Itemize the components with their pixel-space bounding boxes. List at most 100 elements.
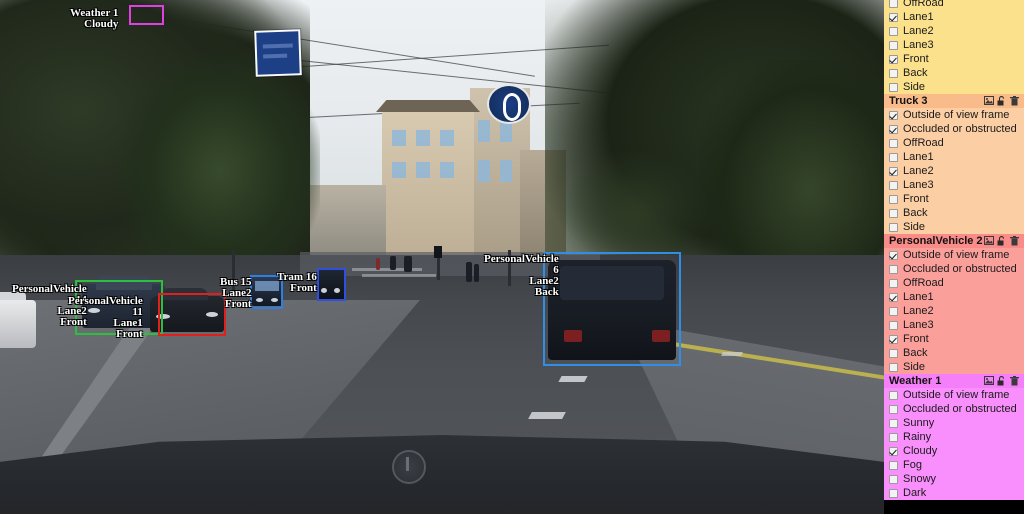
attribute-row[interactable]: Fog bbox=[884, 458, 1024, 472]
attribute-label: OffRoad bbox=[903, 0, 944, 9]
attribute-row[interactable]: Lane1 bbox=[884, 150, 1024, 164]
attribute-row[interactable]: Rainy bbox=[884, 430, 1024, 444]
attribute-row[interactable]: Front bbox=[884, 332, 1024, 346]
checkbox-occluded-or-obstructed[interactable] bbox=[889, 124, 898, 134]
checkbox-front[interactable] bbox=[889, 54, 898, 64]
bbox-label-line: Front bbox=[290, 282, 317, 294]
checkbox-back[interactable] bbox=[889, 208, 898, 218]
checkbox-lane3[interactable] bbox=[889, 320, 898, 330]
section-lane-attributes-partial: OffRoad Lane1 Lane2 Lane3 Front Back Side bbox=[884, 0, 1024, 94]
checkbox-front[interactable] bbox=[889, 334, 898, 344]
section-header-personalvehicle-2[interactable]: PersonalVehicle 2 bbox=[884, 234, 1024, 248]
trash-icon[interactable] bbox=[1010, 376, 1020, 386]
checkbox-back[interactable] bbox=[889, 68, 898, 78]
attribute-row[interactable]: Occluded or obstructed bbox=[884, 122, 1024, 136]
checkbox-lane1[interactable] bbox=[889, 152, 898, 162]
attribute-row[interactable]: Back bbox=[884, 66, 1024, 80]
checkbox-back[interactable] bbox=[889, 348, 898, 358]
attribute-row[interactable]: Dark bbox=[884, 486, 1024, 500]
checkbox-offroad[interactable] bbox=[889, 138, 898, 148]
attribute-row[interactable]: Sunny bbox=[884, 416, 1024, 430]
lane-dash bbox=[721, 352, 743, 356]
window bbox=[416, 130, 430, 146]
attribute-row[interactable]: Occluded or obstructed bbox=[884, 262, 1024, 276]
attributes-sidebar[interactable]: OffRoad Lane1 Lane2 Lane3 Front Back Side Truck… bbox=[884, 0, 1024, 510]
checkbox-side[interactable] bbox=[889, 362, 898, 372]
attribute-row[interactable]: Occluded or obstructed bbox=[884, 402, 1024, 416]
attribute-row[interactable]: Lane3 bbox=[884, 38, 1024, 52]
trash-icon[interactable] bbox=[1010, 96, 1020, 106]
roofline bbox=[376, 100, 480, 112]
section-icon-group bbox=[984, 236, 1020, 246]
checkbox-cloudy[interactable] bbox=[889, 446, 898, 456]
attribute-row[interactable]: Lane2 bbox=[884, 304, 1024, 318]
checkbox-front[interactable] bbox=[889, 194, 898, 204]
attribute-row[interactable]: Lane1 bbox=[884, 10, 1024, 24]
checkbox-lane3[interactable] bbox=[889, 40, 898, 50]
checkbox-sunny[interactable] bbox=[889, 418, 898, 428]
unlock-icon[interactable] bbox=[997, 376, 1007, 386]
attribute-row[interactable]: Side bbox=[884, 360, 1024, 374]
attribute-row[interactable]: Lane2 bbox=[884, 24, 1024, 38]
image-icon[interactable] bbox=[984, 376, 994, 386]
checkbox-lane1[interactable] bbox=[889, 292, 898, 302]
attribute-row[interactable]: Cloudy bbox=[884, 444, 1024, 458]
attribute-row[interactable]: Lane2 bbox=[884, 164, 1024, 178]
attribute-row[interactable]: OffRoad bbox=[884, 276, 1024, 290]
section-header-weather-1[interactable]: Weather 1 bbox=[884, 374, 1024, 388]
attribute-label: Outside of view frame bbox=[903, 389, 1010, 401]
attribute-row[interactable]: Front bbox=[884, 52, 1024, 66]
checkbox-lane1[interactable] bbox=[889, 12, 898, 22]
image-icon[interactable] bbox=[984, 236, 994, 246]
checkbox-fog[interactable] bbox=[889, 460, 898, 470]
attribute-row[interactable]: Back bbox=[884, 206, 1024, 220]
checkbox-rainy[interactable] bbox=[889, 432, 898, 442]
section-header-truck-3[interactable]: Truck 3 bbox=[884, 94, 1024, 108]
image-icon[interactable] bbox=[984, 96, 994, 106]
attribute-label: Side bbox=[903, 221, 926, 233]
bbox-label-line: Back bbox=[534, 286, 559, 298]
trash-icon[interactable] bbox=[1010, 236, 1020, 246]
attribute-row[interactable]: Outside of view frame bbox=[884, 388, 1024, 402]
bbox-tram-16[interactable] bbox=[317, 268, 346, 301]
checkbox-offroad[interactable] bbox=[889, 0, 898, 8]
attribute-row[interactable]: Front bbox=[884, 192, 1024, 206]
checkbox-outside-of-view-frame[interactable] bbox=[889, 250, 898, 260]
attribute-row[interactable]: Back bbox=[884, 346, 1024, 360]
checkbox-lane3[interactable] bbox=[889, 180, 898, 190]
window bbox=[392, 130, 406, 146]
checkbox-offroad[interactable] bbox=[889, 278, 898, 288]
checkbox-side[interactable] bbox=[889, 222, 898, 232]
checkbox-dark[interactable] bbox=[889, 488, 898, 498]
checkbox-lane2[interactable] bbox=[889, 26, 898, 36]
attribute-row[interactable]: Outside of view frame bbox=[884, 248, 1024, 262]
attribute-row[interactable]: Lane3 bbox=[884, 178, 1024, 192]
checkbox-snowy[interactable] bbox=[889, 474, 898, 484]
checkbox-lane2[interactable] bbox=[889, 166, 898, 176]
checkbox-outside-of-view-frame[interactable] bbox=[889, 110, 898, 120]
attribute-label: Fog bbox=[903, 459, 922, 471]
bbox-personalvehicle-11[interactable] bbox=[158, 293, 226, 336]
attribute-row[interactable]: Lane1 bbox=[884, 290, 1024, 304]
section-icon-group bbox=[984, 96, 1020, 106]
attribute-row[interactable]: Side bbox=[884, 220, 1024, 234]
attribute-row[interactable]: Snowy bbox=[884, 472, 1024, 486]
attribute-label: OffRoad bbox=[903, 137, 944, 149]
attribute-row[interactable]: Lane3 bbox=[884, 318, 1024, 332]
checkbox-side[interactable] bbox=[889, 82, 898, 92]
scene-image[interactable]: Weather 1 Cloudy PersonalVehicle 14 Lane2 Fro… bbox=[0, 0, 884, 514]
attribute-label: Occluded or obstructed bbox=[903, 403, 1017, 415]
unlock-icon[interactable] bbox=[997, 96, 1007, 106]
checkbox-occluded-or-obstructed[interactable] bbox=[889, 264, 898, 274]
attribute-row[interactable]: Outside of view frame bbox=[884, 108, 1024, 122]
attribute-row[interactable]: OffRoad bbox=[884, 136, 1024, 150]
checkbox-occluded-or-obstructed[interactable] bbox=[889, 404, 898, 414]
checkbox-lane2[interactable] bbox=[889, 306, 898, 316]
attribute-row[interactable]: OffRoad bbox=[884, 0, 1024, 10]
section-truck-3: Truck 3 Outside of view frame Occluded or … bbox=[884, 94, 1024, 234]
attribute-row[interactable]: Side bbox=[884, 80, 1024, 94]
checkbox-outside-of-view-frame[interactable] bbox=[889, 390, 898, 400]
unlock-icon[interactable] bbox=[997, 236, 1007, 246]
bbox-weather-1[interactable] bbox=[129, 5, 164, 25]
bbox-personalvehicle-6[interactable] bbox=[543, 252, 681, 366]
